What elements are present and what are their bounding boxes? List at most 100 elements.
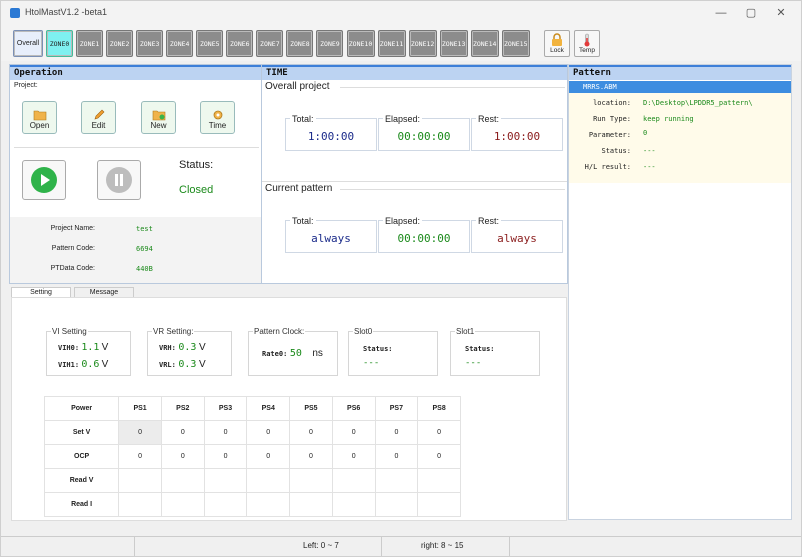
zone-button-4[interactable]: ZONE4 (166, 30, 194, 57)
table-cell (203, 468, 248, 493)
vih0-row: VIH0: 1.1 V (58, 342, 108, 353)
project-info: Project Name: test Pattern Code: 6694 PT… (10, 217, 261, 283)
zone-button-11[interactable]: ZONE11 (377, 30, 406, 57)
vih1-row: VIH1: 0.6 V (58, 359, 108, 370)
vrl-value[interactable]: 0.3 (178, 359, 196, 370)
vr-setting-box: VR Setting: VRH: 0.3 V VRL: 0.3 V (147, 327, 232, 376)
table-cell[interactable]: 0 (374, 420, 419, 445)
vi-setting-title: VI Setting (51, 327, 88, 336)
table-cell[interactable]: 0 (374, 444, 419, 469)
table-cell[interactable]: 0 (246, 444, 291, 469)
table-row: Read I (43, 492, 461, 517)
open-button[interactable]: Open (22, 101, 57, 134)
current-pattern-title: Current pattern (265, 183, 333, 194)
temp-button[interactable]: Temp (574, 30, 600, 57)
pattern-panel: Pattern MRRS.ABM location: D:\Desktop\LP… (568, 64, 792, 520)
pattern-status-label: Status: (601, 147, 631, 155)
zone-button-13[interactable]: ZONE13 (439, 30, 468, 57)
rate-value[interactable]: 50 (290, 348, 302, 359)
pattern-file-item[interactable]: MRRS.ABM (569, 81, 791, 93)
zone-button-5[interactable]: ZONE5 (196, 30, 224, 57)
table-cell[interactable]: 0 (160, 444, 205, 469)
table-cell[interactable]: 0 (160, 420, 205, 445)
app-icon (10, 8, 20, 18)
zone-button-10[interactable]: ZONE10 (346, 30, 375, 57)
overall-total-value: 1:00:00 (307, 130, 355, 143)
zone-button-1[interactable]: ZONE1 (76, 30, 104, 57)
table-cell[interactable]: 0 (417, 444, 461, 469)
table-cell[interactable]: 0 (246, 420, 291, 445)
project-name-label: Project Name: (50, 225, 95, 232)
table-cell[interactable]: 0 (331, 420, 376, 445)
table-cell[interactable]: 0 (203, 420, 248, 445)
table-cell[interactable]: 0 (289, 444, 333, 469)
table-cell (289, 492, 333, 517)
row-label: Read I (43, 492, 120, 517)
vih0-value[interactable]: 1.1 (81, 342, 99, 353)
pattern-code-label: Pattern Code: (51, 245, 95, 252)
table-cell[interactable]: 0 (118, 420, 162, 445)
overall-button[interactable]: Overall (13, 30, 43, 57)
ps-column-header: PS2 (160, 396, 205, 421)
zone-button-7[interactable]: ZONE7 (256, 30, 284, 57)
zone-button-8[interactable]: ZONE8 (286, 30, 314, 57)
zone-button-9[interactable]: ZONE9 (316, 30, 344, 57)
close-button[interactable]: ✕ (771, 5, 791, 21)
table-cell[interactable]: 0 (417, 420, 461, 445)
pause-icon (106, 167, 132, 193)
hl-result-value: --- (643, 163, 656, 171)
project-label: Project: (14, 82, 38, 89)
run-type-value: keep running (643, 115, 694, 123)
time-label: Time (208, 121, 227, 130)
zone-button-6[interactable]: ZONE6 (226, 30, 254, 57)
pause-button[interactable] (97, 160, 141, 200)
zone-button-15[interactable]: ZONE15 (501, 30, 530, 57)
gear-icon (213, 110, 222, 120)
play-icon (31, 167, 57, 193)
table-cell[interactable]: 0 (331, 444, 376, 469)
status-divider (381, 537, 382, 556)
vih1-value[interactable]: 0.6 (81, 359, 99, 370)
ptdata-code-label: PTData Code: (50, 265, 95, 272)
table-cell[interactable]: 0 (118, 444, 162, 469)
lock-icon (552, 33, 562, 46)
status-left: Left: 0 ~ 7 (303, 541, 339, 550)
new-button[interactable]: New (141, 101, 176, 134)
lock-button[interactable]: Lock (544, 30, 570, 57)
slot1-box: Slot1 Status: --- (450, 327, 540, 376)
zone-button-14[interactable]: ZONE14 (470, 30, 499, 57)
status-right: right: 8 ~ 15 (421, 541, 464, 550)
minimize-button[interactable]: — (711, 5, 731, 21)
slot1-status-label: Status: (465, 345, 495, 353)
table-row: Set V00000000 (43, 420, 461, 445)
window-title: HtolMastV1.2 -beta1 (25, 7, 108, 17)
current-elapsed-value: 00:00:00 (397, 232, 451, 245)
time-button[interactable]: Time (200, 101, 235, 134)
table-cell (417, 468, 461, 493)
zone-button-2[interactable]: ZONE2 (106, 30, 134, 57)
maximize-button[interactable]: ▢ (741, 5, 761, 21)
edit-button[interactable]: Edit (81, 101, 116, 134)
zone-button-0[interactable]: ZONE0 (46, 30, 73, 57)
zone-button-3[interactable]: ZONE3 (136, 30, 164, 57)
rate-unit: ns (312, 348, 323, 359)
table-cell (331, 468, 376, 493)
overall-total-cell: Total: 1:00:00 (285, 114, 377, 151)
overall-project-title: Overall project (265, 81, 330, 92)
vrh-value[interactable]: 0.3 (178, 342, 196, 353)
ps-column-header: PS3 (203, 396, 248, 421)
table-cell[interactable]: 0 (289, 420, 333, 445)
play-button[interactable] (22, 160, 66, 200)
folder-open-icon (33, 110, 46, 121)
zone-button-12[interactable]: ZONE12 (408, 30, 437, 57)
table-row: OCP 0 0 0 0 0 0 0 0 (43, 444, 461, 469)
hl-result-label: H/L result: (584, 163, 631, 171)
pattern-header: Pattern (569, 65, 791, 80)
table-cell (289, 468, 333, 493)
power-table: Power PS1 PS2 PS3 PS4 PS5 PS6 PS7 PS8 Set V00000… (43, 396, 461, 517)
project-name-value: test (136, 225, 153, 233)
row-label: Set V (43, 420, 120, 445)
current-rest-cell: Rest: always (471, 216, 563, 253)
table-cell[interactable]: 0 (203, 444, 248, 469)
table-cell (160, 468, 205, 493)
